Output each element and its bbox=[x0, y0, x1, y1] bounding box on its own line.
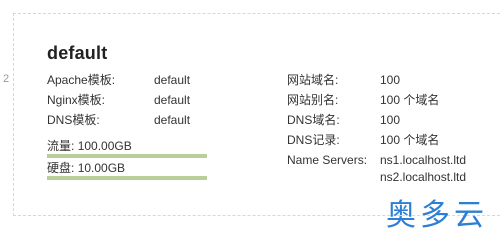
name-server-2-value: ns2.localhost.ltd bbox=[380, 170, 467, 184]
disk-label: 硬盘: bbox=[47, 161, 75, 175]
dns-domain-value: 100 bbox=[380, 113, 401, 127]
dns-record-value: 100 个域名 bbox=[380, 133, 440, 147]
traffic-label: 流量: bbox=[47, 139, 75, 153]
row-index: 2 bbox=[3, 73, 10, 85]
name-server-1-value: ns1.localhost.ltd bbox=[380, 153, 467, 167]
disk-value: 10.00GB bbox=[77, 161, 126, 175]
dns-record-label: DNS记录: bbox=[287, 133, 340, 147]
disk-usage-bar bbox=[47, 176, 207, 180]
plan-title: default bbox=[47, 43, 108, 63]
disk-usage-row: 硬盘: 10.00GB bbox=[47, 161, 125, 175]
traffic-value: 100.00GB bbox=[77, 139, 132, 153]
traffic-usage-bar bbox=[47, 154, 207, 158]
site-alias-value: 100 个域名 bbox=[380, 93, 440, 107]
site-domain-label: 网站域名: bbox=[287, 73, 339, 87]
brand-watermark: 奥多云 bbox=[386, 198, 488, 233]
apache-template-value: default bbox=[154, 73, 191, 87]
nginx-template-label: Nginx模板: bbox=[47, 93, 106, 107]
dns-template-value: default bbox=[154, 113, 191, 127]
name-servers-label: Name Servers: bbox=[287, 153, 368, 167]
site-alias-label: 网站别名: bbox=[287, 93, 339, 107]
apache-template-label: Apache模板: bbox=[47, 73, 116, 87]
site-domain-value: 100 bbox=[380, 73, 401, 87]
dns-domain-label: DNS域名: bbox=[287, 113, 340, 127]
traffic-usage-row: 流量: 100.00GB bbox=[47, 139, 132, 153]
nginx-template-value: default bbox=[154, 93, 191, 107]
dns-template-label: DNS模板: bbox=[47, 113, 100, 127]
